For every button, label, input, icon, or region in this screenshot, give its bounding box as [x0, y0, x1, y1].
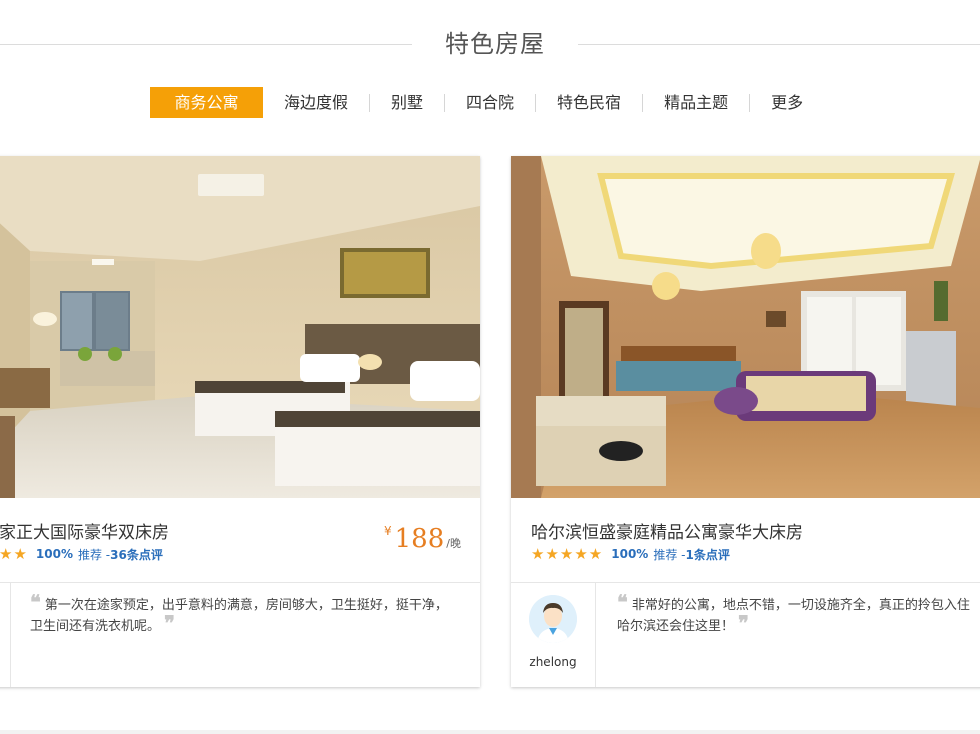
tab-more[interactable]: 更多: [771, 87, 803, 118]
rating-percent: 100%: [611, 547, 649, 561]
tab-villa[interactable]: 别墅: [391, 87, 423, 118]
divider-left: [0, 44, 412, 45]
quote-close-icon: ❞: [164, 611, 175, 635]
tab-featured-homestay[interactable]: 特色民宿: [557, 87, 621, 118]
listing-info: 家正大国际豪华双床房 ★★ 100% 推荐 - 36条点评 ¥ 188 /晚: [0, 498, 480, 583]
listing-card[interactable]: 家正大国际豪华双床房 ★★ 100% 推荐 - 36条点评 ¥ 188 /晚 ❝…: [0, 156, 480, 687]
listing-title[interactable]: 家正大国际豪华双床房: [0, 518, 169, 543]
avatar[interactable]: [529, 595, 577, 643]
divider-right: [578, 44, 980, 45]
listing-photo[interactable]: [511, 156, 980, 498]
tab-boutique-theme[interactable]: 精品主题: [664, 87, 728, 118]
section-title: 特色房屋: [445, 30, 545, 58]
category-tabs: 商务公寓 海边度假 别墅 四合院 特色民宿 精品主题 更多: [150, 87, 803, 118]
recommend-label: 推荐 -: [77, 547, 111, 562]
price-amount: 188: [394, 524, 445, 554]
tab-separator: [535, 93, 537, 112]
rating-row: ★★★★★ 100% 推荐 - 1条点评: [531, 545, 730, 563]
section-header: 特色房屋: [0, 22, 980, 66]
recommend-label: 推荐 -: [653, 547, 686, 562]
review-section: zhelong ❝ 非常好的公寓，地点不错，一切设施齐全，真正的拎包入住哈尔滨还…: [511, 583, 980, 687]
star-rating: ★★★★★: [531, 545, 604, 563]
tab-separator: [369, 93, 371, 112]
tab-separator: [444, 93, 446, 112]
star-rating: ★★: [0, 545, 28, 563]
listing-info: 哈尔滨恒盛豪庭精品公寓豪华大床房 ★★★★★ 100% 推荐 - 1条点评 ¥: [511, 498, 980, 583]
review-text: 第一次在途家预定，出乎意料的满意，房间够大，卫生挺好，挺干净，卫生间还有洗衣机呢…: [30, 598, 448, 634]
quote-open-icon: ❝: [30, 590, 41, 614]
tab-separator: [642, 93, 644, 112]
reviewer-block: [0, 583, 11, 687]
price-unit: /晚: [446, 537, 461, 550]
quote-open-icon: ❝: [617, 590, 628, 614]
twin-bedroom-photo: [0, 156, 480, 498]
review-count-link[interactable]: 1条点评: [685, 546, 729, 563]
listing-photo[interactable]: [0, 156, 480, 498]
tab-courtyard-house[interactable]: 四合院: [466, 87, 514, 118]
section-divider: [0, 730, 980, 734]
price: ¥ 188 /晚: [384, 524, 461, 554]
tab-seaside-vacation[interactable]: 海边度假: [284, 87, 348, 118]
user-avatar-icon: [529, 595, 577, 643]
listing-card[interactable]: 哈尔滨恒盛豪庭精品公寓豪华大床房 ★★★★★ 100% 推荐 - 1条点评 ¥: [511, 156, 980, 687]
suite-bedroom-photo: [511, 156, 980, 498]
review-text-block: ❝ 非常好的公寓，地点不错，一切设施齐全，真正的拎包入住哈尔滨还会住这里！ ❞: [617, 592, 980, 637]
rating-percent: 100%: [35, 547, 73, 561]
review-text-block: ❝ 第一次在途家预定，出乎意料的满意，房间够大，卫生挺好，挺干净，卫生间还有洗衣…: [30, 592, 450, 637]
reviewer-name[interactable]: zhelong: [511, 655, 595, 669]
review-section: ❝ 第一次在途家预定，出乎意料的满意，房间够大，卫生挺好，挺干净，卫生间还有洗衣…: [0, 583, 480, 687]
reviewer-block: zhelong: [511, 583, 596, 687]
currency-symbol: ¥: [384, 524, 392, 538]
review-text: 非常好的公寓，地点不错，一切设施齐全，真正的拎包入住哈尔滨还会住这里！: [617, 598, 970, 634]
tab-separator: [749, 93, 751, 112]
rating-row: ★★ 100% 推荐 - 36条点评: [0, 545, 163, 563]
tab-business-apartment[interactable]: 商务公寓: [150, 87, 263, 118]
quote-close-icon: ❞: [738, 611, 749, 635]
review-count-link[interactable]: 36条点评: [110, 546, 163, 563]
listing-title[interactable]: 哈尔滨恒盛豪庭精品公寓豪华大床房: [531, 518, 803, 543]
